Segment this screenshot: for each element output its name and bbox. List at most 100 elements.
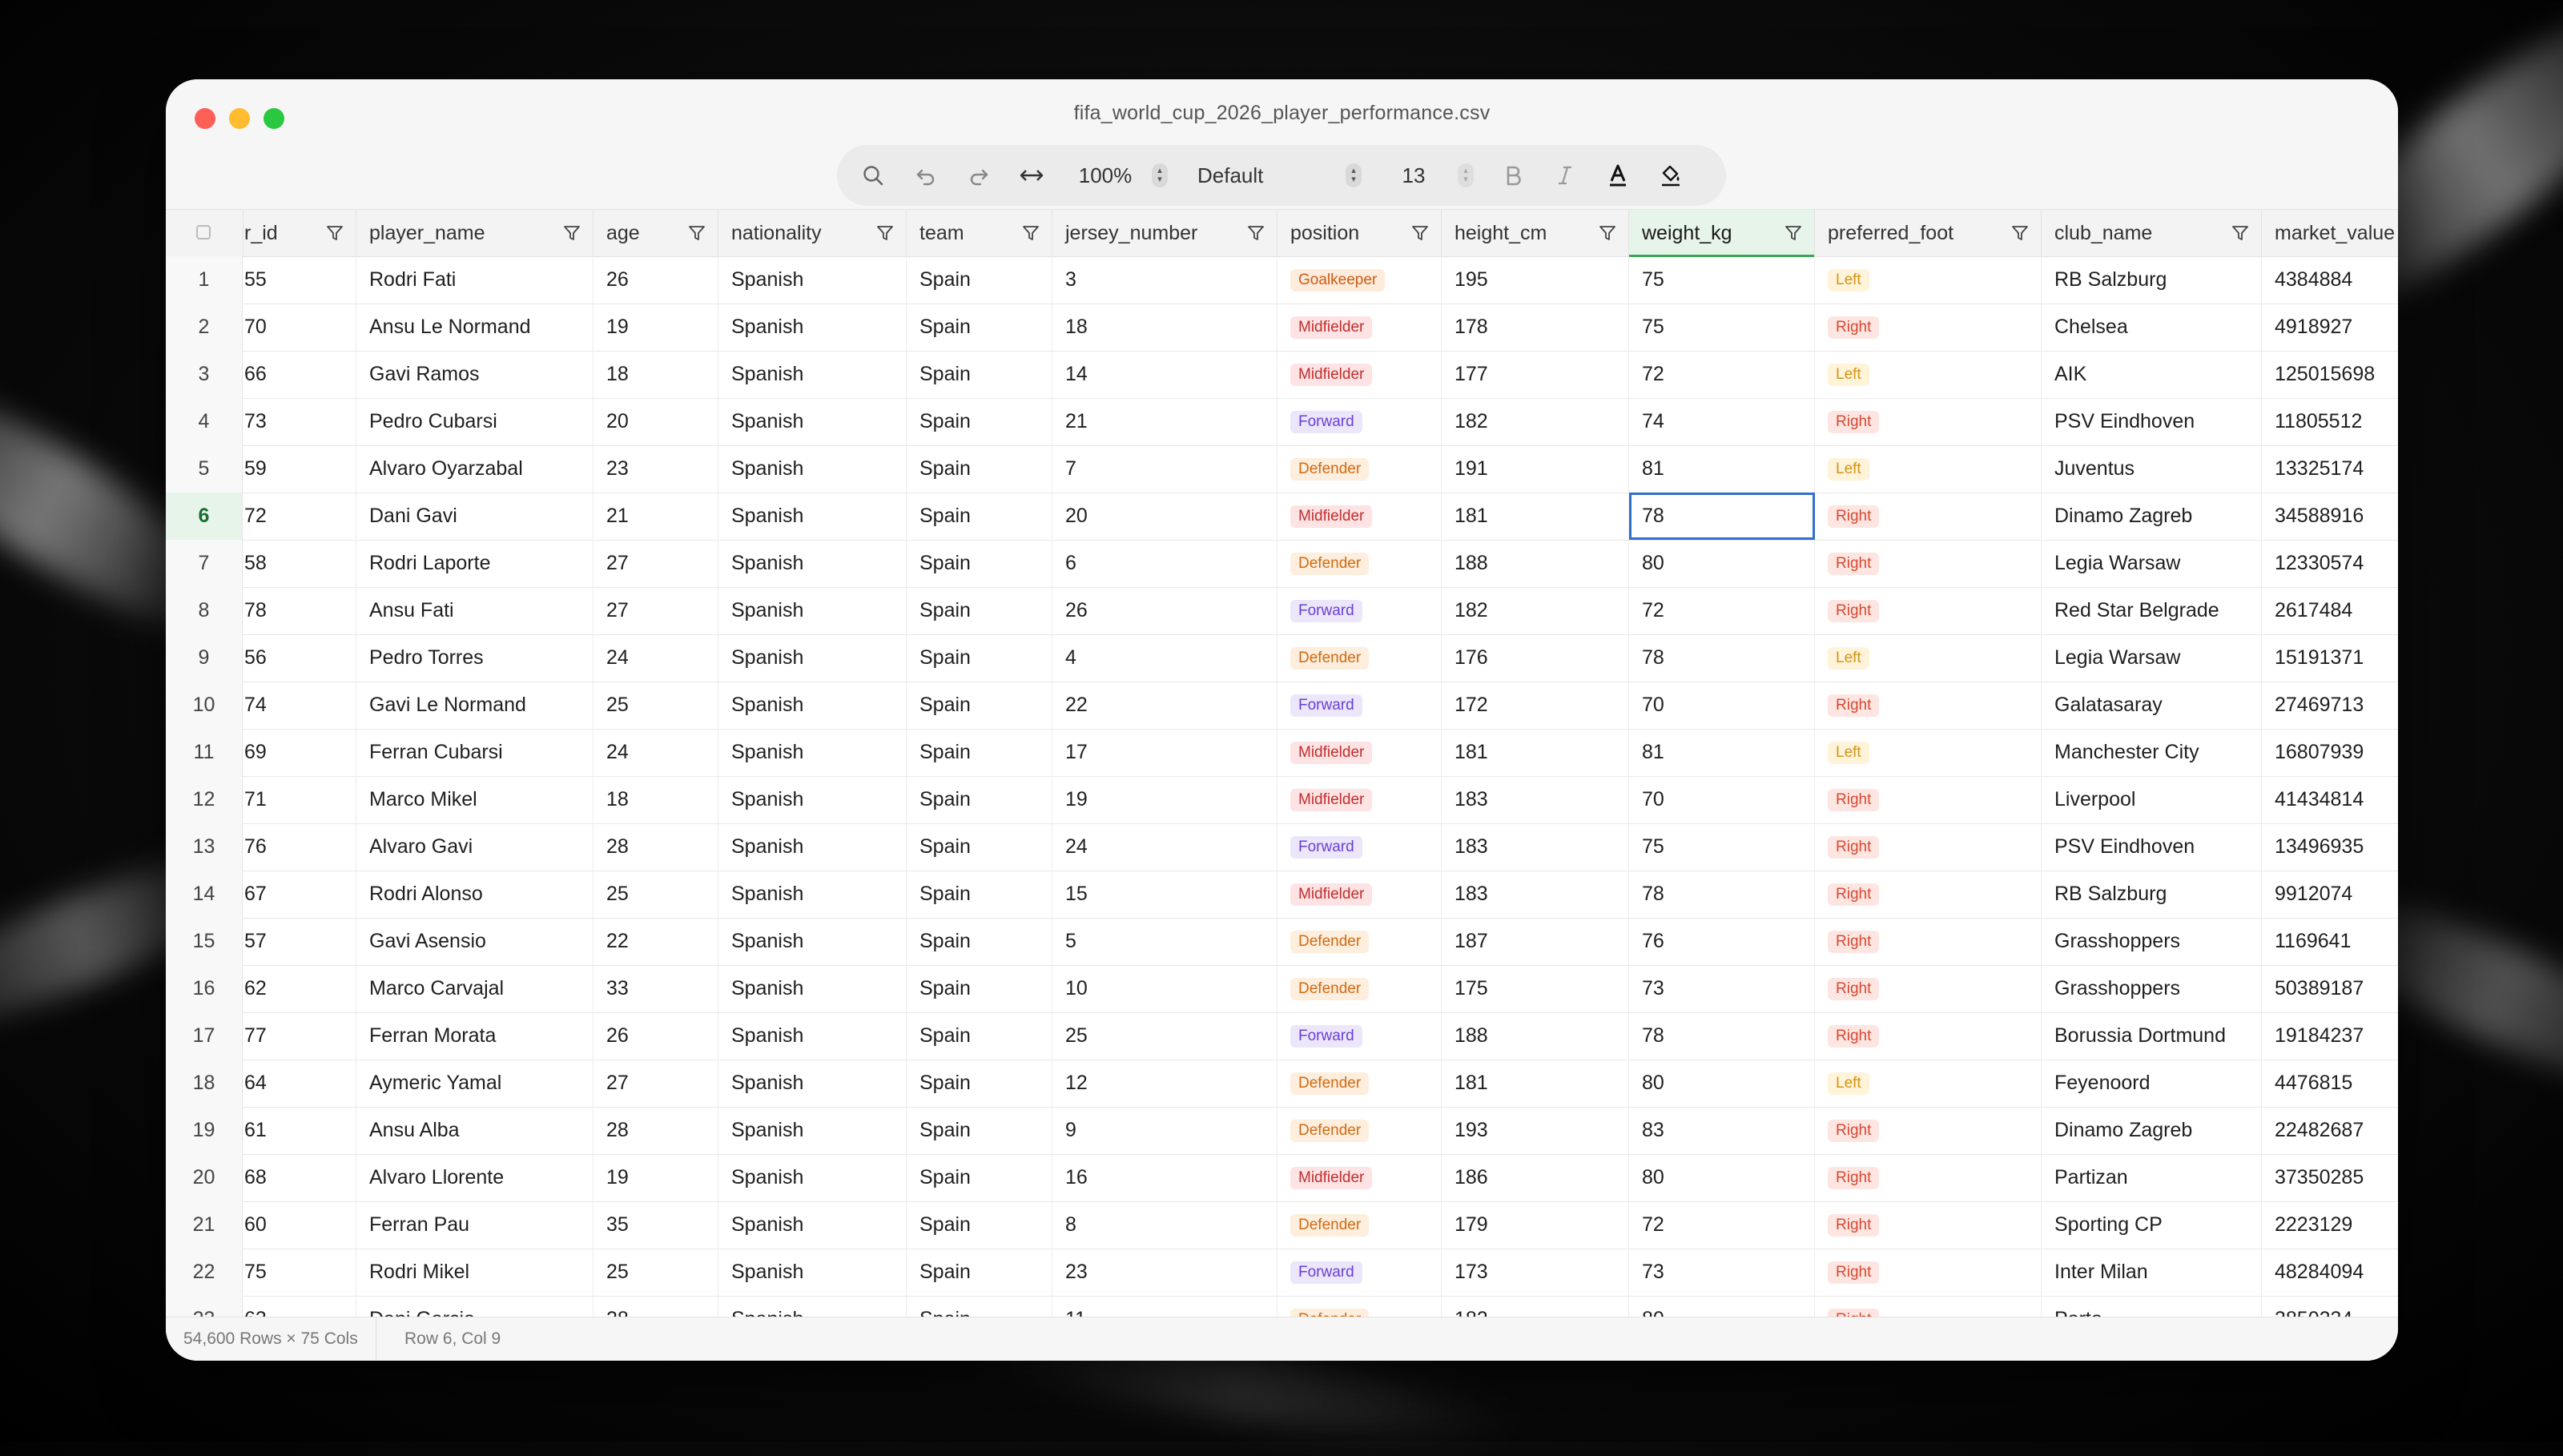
cell-market-value[interactable]: 22482687 [2262, 1107, 2398, 1154]
cell-jersey-number[interactable]: 4 [1052, 634, 1277, 682]
cell-age[interactable]: 27 [593, 587, 718, 634]
cell-team[interactable]: Spain [907, 445, 1052, 493]
cell-r-id[interactable]: 71 [243, 776, 356, 823]
cell-nationality[interactable]: Spanish [718, 1107, 907, 1154]
cell-height-cm[interactable]: 181 [1442, 1060, 1629, 1107]
cell-nationality[interactable]: Spanish [718, 1154, 907, 1201]
cell-position[interactable]: Forward [1277, 1012, 1442, 1060]
cell-team[interactable]: Spain [907, 256, 1052, 304]
cell-preferred-foot[interactable]: Right [1815, 587, 2042, 634]
table-row[interactable]: 15 57 Gavi Asensio 22 Spanish Spain 5 Defender 1… [166, 918, 2398, 966]
table-row[interactable]: 1 55 Rodri Fati 26 Spanish Spain 3 Goalkeeper 19… [166, 256, 2398, 304]
cell-r-id[interactable]: 59 [243, 445, 356, 493]
cell-age[interactable]: 18 [593, 351, 718, 398]
cell-position[interactable]: Defender [1277, 445, 1442, 493]
filter-icon[interactable] [875, 223, 895, 243]
cell-jersey-number[interactable]: 20 [1052, 493, 1277, 540]
cell-jersey-number[interactable]: 16 [1052, 1154, 1277, 1201]
cell-player-name[interactable]: Ferran Morata [356, 1012, 593, 1060]
font-family-select[interactable]: Default [1197, 145, 1318, 206]
cell-position[interactable]: Defender [1277, 540, 1442, 587]
cell-preferred-foot[interactable]: Right [1815, 965, 2042, 1012]
cell-height-cm[interactable]: 187 [1442, 918, 1629, 965]
cell-club-name[interactable]: Borussia Dortmund [2042, 1012, 2262, 1060]
cell-position[interactable]: Midfielder [1277, 1154, 1442, 1201]
cell-jersey-number[interactable]: 14 [1052, 351, 1277, 398]
cell-club-name[interactable]: Partizan [2042, 1154, 2262, 1201]
cell-r-id[interactable]: 55 [243, 256, 356, 304]
table-row[interactable]: 20 68 Alvaro Llorente 19 Spanish Spain 16 Midfi… [166, 1154, 2398, 1202]
cell-position[interactable]: Defender [1277, 1060, 1442, 1107]
filter-icon[interactable] [325, 223, 344, 243]
column-header-club-name[interactable]: club_name [2042, 210, 2262, 256]
cell-preferred-foot[interactable]: Right [1815, 776, 2042, 823]
table-row[interactable]: 11 69 Ferran Cubarsi 24 Spanish Spain 17 Midfie… [166, 729, 2398, 777]
cell-player-name[interactable]: Rodri Laporte [356, 540, 593, 587]
row-number[interactable]: 2 [166, 304, 243, 351]
cell-player-name[interactable]: Ansu Alba [356, 1107, 593, 1154]
cell-market-value[interactable]: 48284094 [2262, 1249, 2398, 1296]
column-header-age[interactable]: age [593, 210, 718, 256]
cell-weight-kg[interactable]: 83 [1629, 1107, 1815, 1154]
cell-age[interactable]: 27 [593, 540, 718, 587]
cell-player-name[interactable]: Marco Carvajal [356, 965, 593, 1012]
row-number[interactable]: 18 [166, 1060, 243, 1107]
cell-weight-kg[interactable]: 72 [1629, 587, 1815, 634]
cell-player-name[interactable]: Alvaro Llorente [356, 1154, 593, 1201]
cell-preferred-foot[interactable]: Right [1815, 823, 2042, 871]
cell-market-value[interactable]: 15191371 [2262, 634, 2398, 682]
cell-age[interactable]: 26 [593, 256, 718, 304]
cell-weight-kg[interactable]: 72 [1629, 1201, 1815, 1249]
table-row[interactable]: 17 77 Ferran Morata 26 Spanish Spain 25 Forward… [166, 1012, 2398, 1060]
cell-position[interactable]: Forward [1277, 398, 1442, 445]
cell-team[interactable]: Spain [907, 351, 1052, 398]
cell-preferred-foot[interactable]: Left [1815, 634, 2042, 682]
column-header-jersey-number[interactable]: jersey_number [1052, 210, 1277, 256]
cell-age[interactable]: 20 [593, 398, 718, 445]
cell-height-cm[interactable]: 188 [1442, 540, 1629, 587]
cell-age[interactable]: 25 [593, 1249, 718, 1296]
cell-market-value[interactable]: 50389187 [2262, 965, 2398, 1012]
cell-age[interactable]: 19 [593, 1154, 718, 1201]
table-row[interactable]: 19 61 Ansu Alba 28 Spanish Spain 9 Defender 193 8… [166, 1107, 2398, 1155]
cell-market-value[interactable]: 125015698 [2262, 351, 2398, 398]
cell-weight-kg[interactable]: 75 [1629, 304, 1815, 351]
cell-position[interactable]: Midfielder [1277, 351, 1442, 398]
cell-age[interactable]: 35 [593, 1201, 718, 1249]
cell-preferred-foot[interactable]: Right [1815, 1249, 2042, 1296]
filter-icon[interactable] [1021, 223, 1040, 243]
cell-jersey-number[interactable]: 19 [1052, 776, 1277, 823]
cell-preferred-foot[interactable]: Right [1815, 1107, 2042, 1154]
cell-height-cm[interactable]: 186 [1442, 1154, 1629, 1201]
table-row[interactable]: 10 74 Gavi Le Normand 25 Spanish Spain 22 Forwa… [166, 682, 2398, 730]
cell-weight-kg[interactable]: 80 [1629, 1060, 1815, 1107]
cell-team[interactable]: Spain [907, 540, 1052, 587]
row-number[interactable]: 8 [166, 587, 243, 634]
cell-weight-kg[interactable]: 80 [1629, 1154, 1815, 1201]
cell-team[interactable]: Spain [907, 398, 1052, 445]
bold-button[interactable] [1494, 145, 1534, 206]
cell-jersey-number[interactable]: 12 [1052, 1060, 1277, 1107]
cell-height-cm[interactable]: 195 [1442, 256, 1629, 304]
cell-r-id[interactable]: 69 [243, 729, 356, 776]
cell-weight-kg[interactable]: 74 [1629, 398, 1815, 445]
cell-club-name[interactable]: Dinamo Zagreb [2042, 1107, 2262, 1154]
cell-r-id[interactable]: 58 [243, 540, 356, 587]
row-number[interactable]: 9 [166, 634, 243, 682]
cell-jersey-number[interactable]: 3 [1052, 256, 1277, 304]
filter-icon[interactable] [687, 223, 706, 243]
cell-r-id[interactable]: 73 [243, 398, 356, 445]
filter-icon[interactable] [562, 223, 581, 243]
cell-weight-kg[interactable]: 76 [1629, 918, 1815, 965]
cell-nationality[interactable]: Spanish [718, 445, 907, 493]
cell-weight-kg[interactable]: 70 [1629, 682, 1815, 729]
cell-age[interactable]: 26 [593, 1012, 718, 1060]
cell-market-value[interactable]: 37350285 [2262, 1154, 2398, 1201]
cell-nationality[interactable]: Spanish [718, 823, 907, 871]
text-color-button[interactable] [1598, 145, 1638, 206]
cell-position[interactable]: Midfielder [1277, 776, 1442, 823]
zoom-level[interactable]: 100% [1069, 145, 1141, 206]
cell-weight-kg[interactable]: 73 [1629, 965, 1815, 1012]
cell-club-name[interactable]: Dinamo Zagreb [2042, 493, 2262, 540]
cell-r-id[interactable]: 56 [243, 634, 356, 682]
